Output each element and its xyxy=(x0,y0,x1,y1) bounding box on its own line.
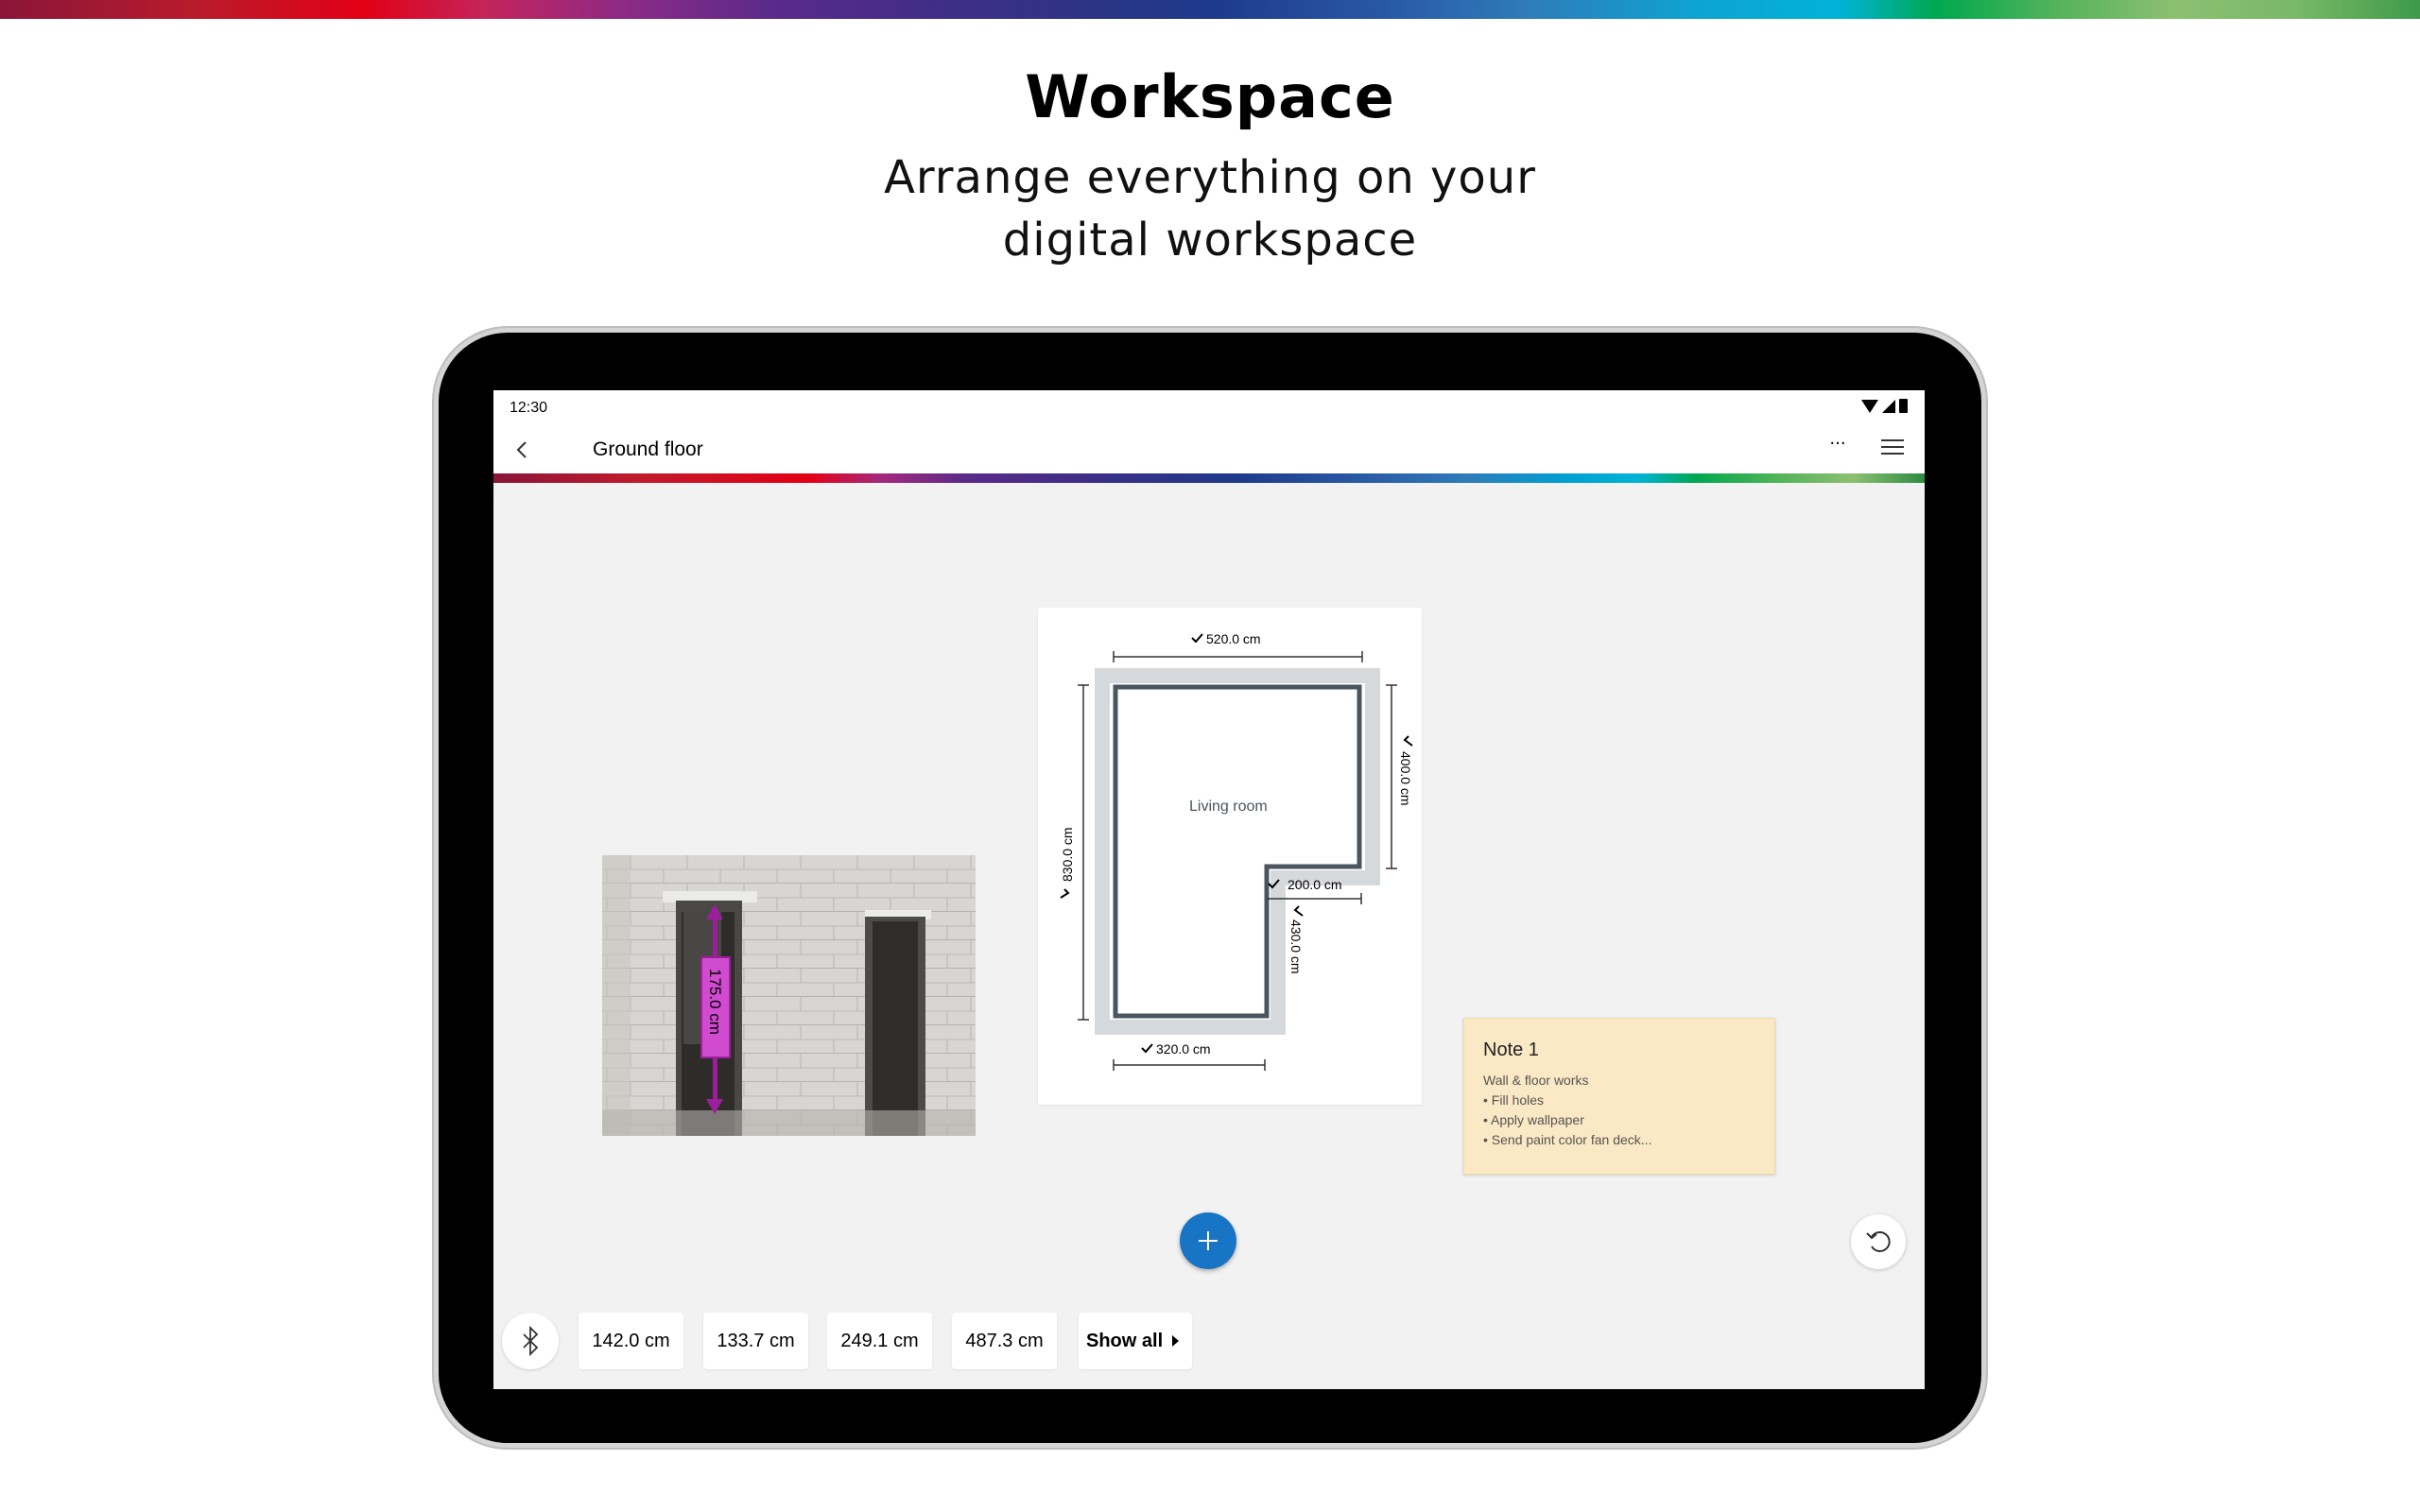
measurement-chip[interactable]: 249.1 cm xyxy=(827,1313,932,1369)
dim-step-vertical-label: 430.0 cm xyxy=(1288,919,1304,974)
check-icon xyxy=(1403,735,1413,747)
page-title: Ground floor xyxy=(593,438,703,460)
hero-title: Workspace xyxy=(1025,62,1395,131)
floor-plan-card[interactable]: 520.0 cm 830.0 cm 400.0 cm 200.0 cm 430.… xyxy=(1038,608,1422,1105)
dim-bottom-label: 320.0 cm xyxy=(1156,1041,1211,1057)
undo-icon xyxy=(1866,1231,1891,1252)
photo-measurement-label: 175.0 cm xyxy=(706,969,724,1035)
signal-icon xyxy=(1882,399,1895,413)
construction-photo: 175.0 cm xyxy=(602,855,976,1136)
dim-left-label: 830.0 cm xyxy=(1060,827,1075,882)
check-icon xyxy=(1293,905,1304,917)
floor-plan-drawing: 520.0 cm 830.0 cm 400.0 cm 200.0 cm 430.… xyxy=(1060,631,1413,1071)
app-bar: Ground floor ··· xyxy=(493,426,1925,473)
photo-card[interactable]: 175.0 cm xyxy=(602,855,976,1136)
note-line: • Send paint color fan deck... xyxy=(1483,1132,1652,1147)
measurement-chip[interactable]: 133.7 cm xyxy=(703,1313,808,1369)
status-bar: 12:30 xyxy=(493,390,1925,426)
status-time: 12:30 xyxy=(510,400,548,416)
note-line: • Fill holes xyxy=(1483,1092,1545,1108)
app-brand-stripe xyxy=(493,473,1925,483)
status-icons xyxy=(1861,399,1908,413)
note-line: Wall & floor works xyxy=(1483,1073,1589,1088)
note-card[interactable]: Note 1 Wall & floor works • Fill holes •… xyxy=(1463,1018,1775,1175)
note-title: Note 1 xyxy=(1483,1040,1539,1060)
add-button[interactable] xyxy=(1180,1212,1236,1269)
dim-right-label: 400.0 cm xyxy=(1398,751,1413,806)
show-all-label: Show all xyxy=(1086,1330,1164,1351)
show-all-button[interactable]: Show all xyxy=(1079,1313,1192,1369)
battery-icon xyxy=(1899,399,1908,413)
bluetooth-button[interactable] xyxy=(502,1313,559,1369)
menu-icon xyxy=(1881,439,1904,441)
wifi-icon xyxy=(1861,399,1878,413)
hero-subtitle-line-2: digital workspace xyxy=(1002,214,1418,266)
bluetooth-icon xyxy=(523,1325,539,1357)
tablet-screen: 12:30 Ground floor ··· 175.0 cm 520.0 cm… xyxy=(493,390,1925,1389)
hero-subtitle: Arrange everything on your digital works… xyxy=(737,146,1683,271)
hero-subtitle-line-1: Arrange everything on your xyxy=(884,151,1536,204)
caret-right-icon xyxy=(1172,1335,1180,1347)
measurement-chip[interactable]: 142.0 cm xyxy=(579,1313,683,1369)
room-name-label: Living room xyxy=(1189,799,1268,815)
dim-top-label: 520.0 cm xyxy=(1206,631,1261,646)
more-options-button[interactable]: ··· xyxy=(1824,434,1851,462)
back-button[interactable] xyxy=(510,438,535,462)
measurement-chip[interactable]: 487.3 cm xyxy=(952,1313,1057,1369)
check-icon xyxy=(1060,888,1070,899)
chevron-left-icon xyxy=(516,441,527,458)
dim-step-horizontal-label: 200.0 cm xyxy=(1288,877,1342,892)
undo-button[interactable] xyxy=(1851,1214,1906,1269)
menu-button[interactable] xyxy=(1881,439,1904,462)
note-line: • Apply wallpaper xyxy=(1483,1112,1584,1127)
check-icon xyxy=(1191,633,1203,644)
check-icon xyxy=(1141,1043,1153,1054)
brand-stripe xyxy=(0,0,2420,19)
